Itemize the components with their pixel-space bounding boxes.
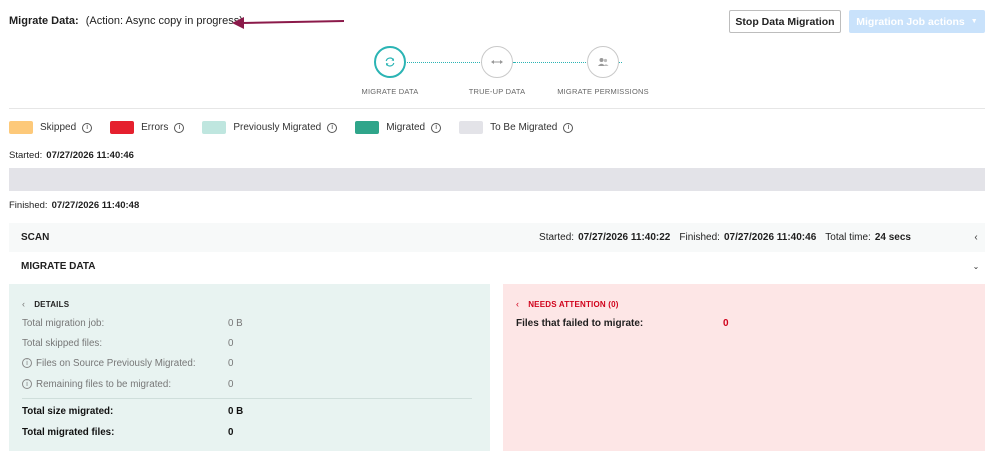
finished-label: Finished: [9,200,48,211]
stop-data-migration-button[interactable]: Stop Data Migration [729,10,841,33]
failed-files-label: Files that failed to migrate: [516,318,644,329]
annotation-arrow-icon [232,17,345,29]
info-icon[interactable]: i [82,122,93,133]
detail-value: 0 [228,338,234,349]
failed-files-value: 0 [723,318,729,329]
migration-stepper: MIGRATE DATA TRUE-UP DATA MIGRATE PERMIS… [355,46,665,102]
migration-progress-bar [9,168,985,191]
detail-row: i Remaining files to be migrated: 0 [22,379,472,390]
scan-finished-value: 07/27/2026 11:40:46 [723,232,817,243]
info-icon[interactable]: i [22,379,32,390]
swap-icon [481,46,513,78]
progress-finished: Finished: 07/27/2026 11:40:48 [9,200,139,211]
legend-item-to-be-migrated: To Be Migrated i [459,121,574,134]
step-migrate-data[interactable]: MIGRATE DATA [340,46,440,96]
detail-label: Total migration job: [22,318,105,329]
scan-started-value: 07/27/2026 11:40:22 [578,232,671,243]
needs-attention-panel: ‹ NEEDS ATTENTION (0) Files that failed … [503,284,985,451]
scan-times: Started: 07/27/2026 11:40:22 Finished: 0… [539,232,985,243]
detail-value: 0 B [228,318,243,329]
chevron-down-icon: ▼ [970,18,978,25]
legend-item-skipped: Skipped i [9,121,93,134]
legend-swatch [9,121,33,134]
refresh-icon [374,46,406,78]
detail-label: Total migrated files: [22,427,115,438]
details-header[interactable]: ‹ DETAILS [22,299,69,309]
users-icon [587,46,619,78]
step-label: MIGRATE PERMISSIONS [557,87,649,96]
migrate-data-title: MIGRATE DATA [21,261,96,272]
chevron-left-icon[interactable]: ‹ [22,299,25,309]
needs-attention-title: NEEDS ATTENTION (0) [528,299,619,309]
legend-swatch [459,121,484,134]
legend-label: Previously Migrated [233,122,322,133]
scan-title: SCAN [21,232,50,243]
scan-total-label: Total time: [825,232,871,243]
detail-label: Total skipped files: [22,338,103,349]
detail-value: 0 [228,427,234,438]
detail-value: 0 [228,379,234,390]
failed-files-row: Files that failed to migrate: 0 [516,318,729,329]
step-true-up-data[interactable]: TRUE-UP DATA [447,46,547,96]
chevron-left-icon[interactable]: ‹ [971,232,981,243]
action-status: (Action: Async copy in progress) [85,15,243,27]
legend-item-previously-migrated: Previously Migrated i [202,121,338,134]
scan-panel-header[interactable]: SCAN Started: 07/27/2026 11:40:22 Finish… [9,223,985,252]
legend-swatch [355,121,380,134]
legend-swatch [202,121,227,134]
info-icon[interactable]: i [22,358,32,369]
detail-label: Files on Source Previously Migrated: [36,358,196,369]
legend-swatch [110,121,135,134]
scan-finished-label: Finished: [679,232,720,243]
chevron-down-icon[interactable]: ⌄ [971,262,981,271]
detail-value: 0 B [228,406,244,417]
details-title: DETAILS [34,299,70,309]
step-migrate-permissions[interactable]: MIGRATE PERMISSIONS [553,46,653,96]
migration-job-actions-label: Migration Job actions [856,15,965,28]
detail-label: Remaining files to be migrated: [36,379,172,390]
detail-row: i Files on Source Previously Migrated: 0 [22,358,472,369]
divider [22,398,472,399]
step-label: MIGRATE DATA [361,87,419,96]
info-icon[interactable]: i [563,122,574,133]
legend-label: Migrated [386,122,426,133]
detail-row: Total skipped files: 0 [22,338,472,349]
progress-started: Started: 07/27/2026 11:40:46 [9,150,134,161]
finished-value: 07/27/2026 11:40:48 [51,200,140,211]
detail-total-row: Total migrated files: 0 [22,427,472,438]
detail-row: Total migration job: 0 B [22,318,472,329]
scan-total-value: 24 secs [874,232,911,243]
detail-label: Total size migrated: [22,406,114,417]
legend-item-migrated: Migrated i [355,121,442,134]
migrate-data-panel-header[interactable]: MIGRATE DATA ⌄ [9,252,985,281]
started-value: 07/27/2026 11:40:46 [46,150,134,161]
legend: Skipped i Errors i Previously Migrated i… [9,121,591,134]
info-icon[interactable]: i [431,122,442,133]
detail-value: 0 [228,358,234,369]
needs-attention-header[interactable]: ‹ NEEDS ATTENTION (0) [516,299,619,309]
step-label: TRUE-UP DATA [468,87,526,96]
migrate-data-controls: ⌄ [971,262,985,271]
info-icon[interactable]: i [174,122,185,133]
detail-total-row: Total size migrated: 0 B [22,406,472,417]
divider [9,108,985,109]
title-label: Migrate Data: [9,15,79,27]
scan-started-label: Started: [539,232,575,243]
migration-job-actions-button[interactable]: Migration Job actions ▼ [849,10,985,33]
legend-label: To Be Migrated [490,122,558,133]
started-label: Started: [9,150,43,161]
migration-status-title: Migrate Data: (Action: Async copy in pro… [9,15,243,27]
details-panel: ‹ DETAILS Total migration job: 0 B Total… [9,284,490,451]
legend-item-errors: Errors i [110,121,185,134]
top-bar: Migrate Data: (Action: Async copy in pro… [0,0,999,44]
legend-label: Errors [141,122,169,133]
info-icon[interactable]: i [327,122,338,133]
chevron-left-icon[interactable]: ‹ [516,299,519,309]
legend-label: Skipped [40,122,77,133]
